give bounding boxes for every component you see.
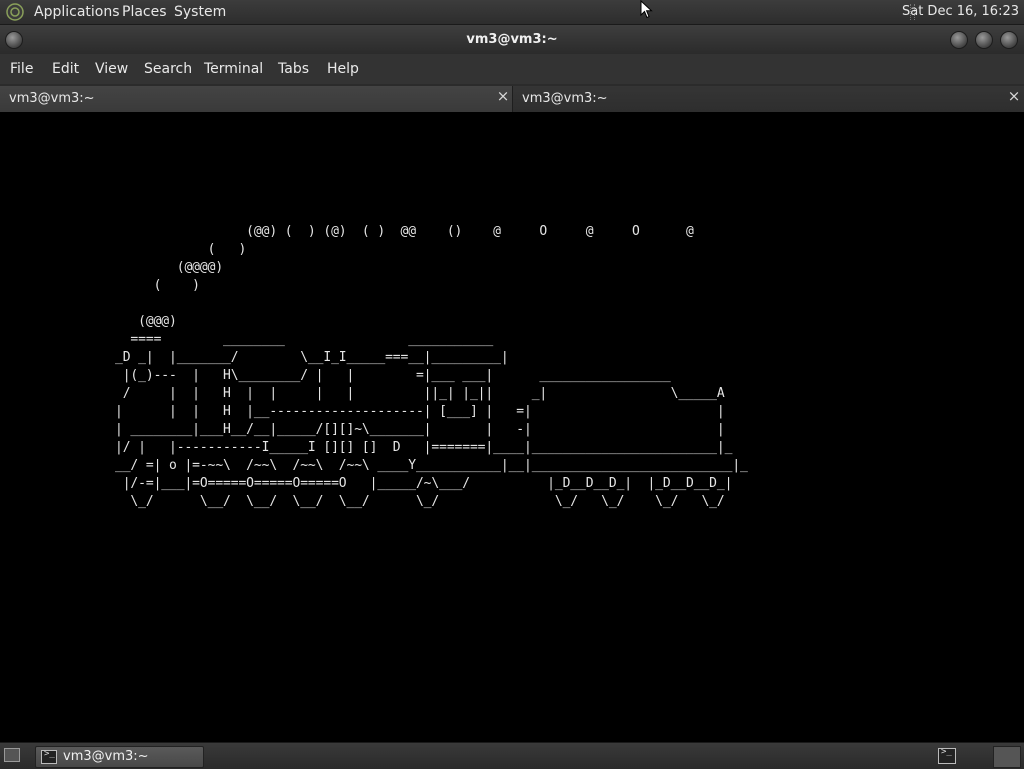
bottom-panel: >_ vm3@vm3:~ >_	[0, 742, 1024, 769]
workspace-2-icon[interactable]	[993, 746, 1021, 768]
tab-bar: vm3@vm3:~ × vm3@vm3:~ ×	[0, 84, 1024, 112]
menu-help[interactable]: Help	[327, 61, 359, 77]
menu-file[interactable]: File	[10, 61, 33, 77]
tab-1-close-icon[interactable]: ×	[496, 89, 510, 104]
tab-1-label: vm3@vm3:~	[9, 91, 95, 106]
tab-2-label: vm3@vm3:~	[522, 91, 608, 106]
terminal-area[interactable]: (@@) ( ) (@) ( ) @@ () @ O @ O @ ( ) (@@…	[0, 112, 1024, 742]
tab-2-close-icon[interactable]: ×	[1007, 89, 1021, 104]
show-desktop-icon[interactable]	[4, 748, 20, 762]
menubar: File Edit View Search Terminal Tabs Help	[0, 54, 1024, 84]
tab-2[interactable]: vm3@vm3:~ ×	[513, 86, 1024, 112]
menu-search[interactable]: Search	[144, 61, 192, 77]
top-panel: Applications Places System Sat Dec 16, 1…	[0, 0, 1024, 25]
distro-logo-icon[interactable]	[6, 3, 24, 21]
tab-1[interactable]: vm3@vm3:~ ×	[0, 86, 513, 112]
mouse-cursor-icon	[640, 0, 653, 19]
clock[interactable]: Sat Dec 16, 16:23	[902, 4, 1019, 19]
terminal-icon: >_	[41, 749, 57, 764]
taskbar-window-label: vm3@vm3:~	[63, 749, 149, 764]
minimize-icon[interactable]	[950, 31, 968, 49]
workspace-switcher-icon[interactable]: >_	[938, 747, 956, 764]
terminal-output: (@@) ( ) (@) ( ) @@ () @ O @ O @ ( ) (@@…	[115, 224, 748, 509]
system-menu[interactable]: System	[174, 4, 226, 20]
window-titlebar[interactable]: vm3@vm3:~	[0, 25, 1024, 54]
maximize-icon[interactable]	[975, 31, 993, 49]
menu-edit[interactable]: Edit	[52, 61, 79, 77]
close-window-icon[interactable]	[1000, 31, 1018, 49]
menu-terminal[interactable]: Terminal	[204, 61, 263, 77]
menu-tabs[interactable]: Tabs	[278, 61, 309, 77]
places-menu[interactable]: Places	[122, 4, 167, 20]
window-title: vm3@vm3:~	[466, 32, 558, 47]
menu-view[interactable]: View	[95, 61, 128, 77]
applications-menu[interactable]: Applications	[34, 4, 120, 20]
taskbar-window-button[interactable]: >_ vm3@vm3:~	[35, 746, 204, 768]
